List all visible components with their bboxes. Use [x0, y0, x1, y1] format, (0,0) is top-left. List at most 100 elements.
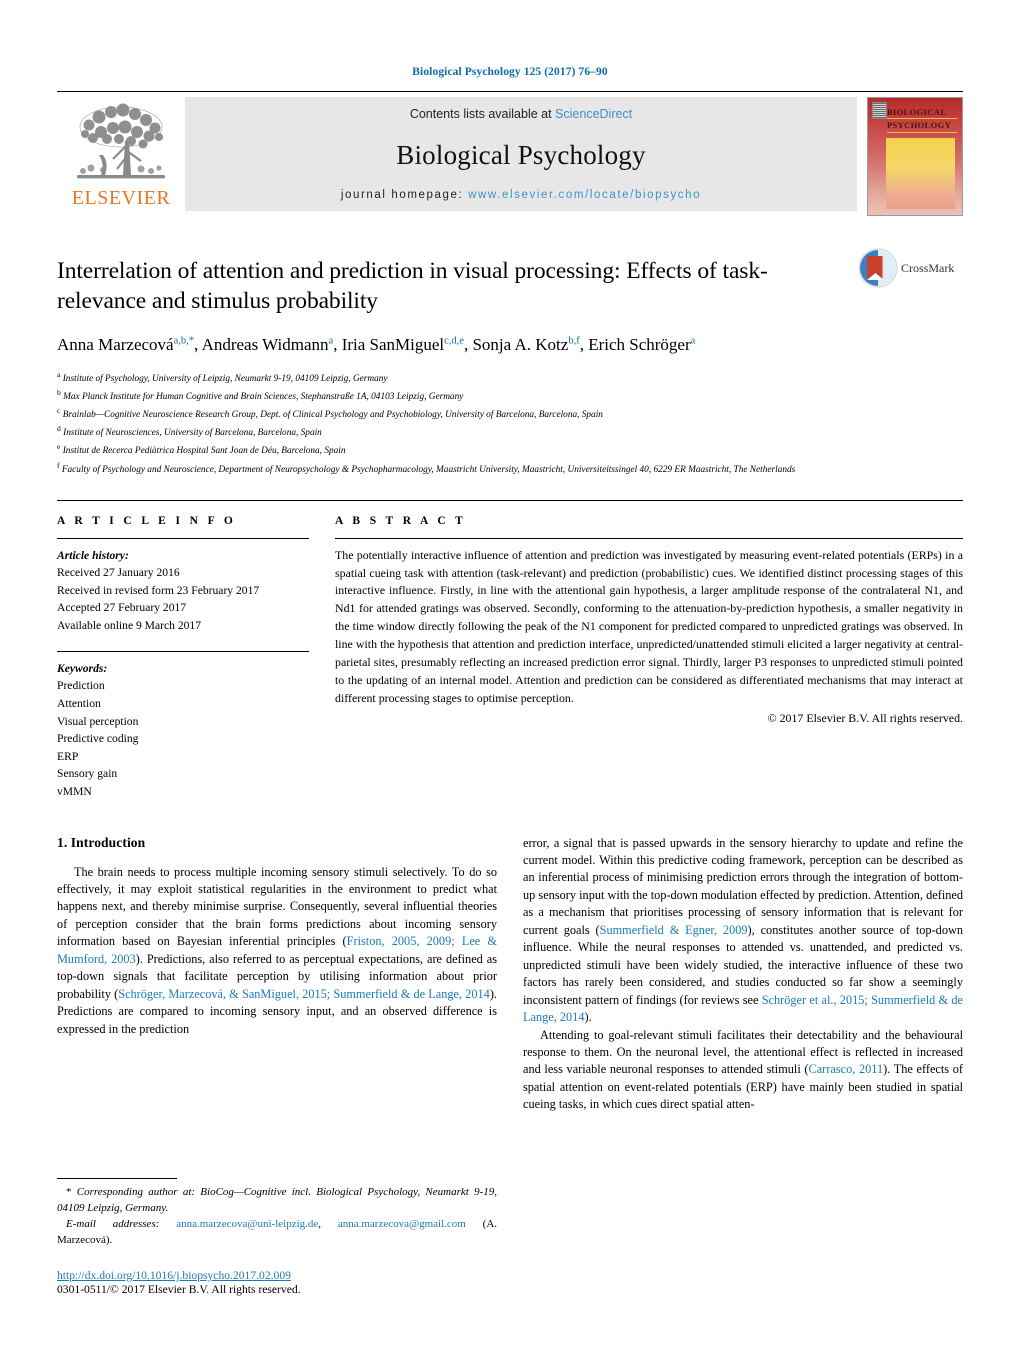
divider: [57, 650, 309, 652]
affiliation-item: e Institut de Recerca Pediàtrica Hospita…: [57, 442, 346, 457]
homepage-prefix: journal homepage:: [340, 189, 469, 201]
page-title: Interrelation of attention and predictio…: [57, 258, 768, 315]
footnote-divider: [57, 1178, 177, 1180]
author-affiliation-marker: a: [328, 335, 334, 347]
article-history-item: Received in revised form 23 February 201…: [57, 583, 260, 597]
author-list: Anna Marzecováa,b,*, Andreas Widmanna, I…: [57, 335, 696, 355]
homepage-link[interactable]: www.elsevier.com/locate/biopsycho: [468, 189, 701, 201]
affiliation-marker: f: [57, 460, 60, 470]
article-info-column: A R T I C L E I N F O Article history: R…: [57, 515, 309, 801]
contents-line: Contents lists available at ScienceDirec…: [410, 107, 632, 121]
divider: [57, 537, 309, 539]
title-block: CrossMark Interrelation of attention and…: [57, 248, 963, 478]
affiliation-marker: c: [57, 406, 61, 416]
author-affiliation-marker: b,f: [568, 335, 580, 347]
abstract-column: A B S T R A C T The potentially interact…: [335, 515, 963, 801]
cover-panel: [886, 138, 955, 209]
author-name: Anna Marzecová: [57, 335, 174, 355]
affiliation-marker: b: [57, 387, 61, 397]
journal-masthead: ELSEVIER Contents lists available at Sci…: [57, 91, 963, 216]
elsevier-logo: ELSEVIER: [57, 97, 185, 216]
cover-elsevier-icon: [872, 102, 887, 119]
affiliation-list: a Institute of Psychology, University of…: [57, 369, 937, 478]
section-heading-introduction: 1. Introduction: [57, 834, 146, 850]
article-history-label: Article history:: [57, 548, 129, 562]
article-info-heading: A R T I C L E I N F O: [57, 514, 237, 527]
abstract-copyright: © 2017 Elsevier B.V. All rights reserved…: [767, 711, 963, 726]
email-separator: ,: [318, 1218, 338, 1231]
email-label: E-mail addresses:: [66, 1218, 160, 1231]
journal-article-page: Biological Psychology 125 (2017) 76–90 E…: [0, 0, 1020, 1351]
cover-title: BIOLOGICAL PSYCHOLOGY: [887, 106, 957, 133]
running-head: Biological Psychology 125 (2017) 76–90: [412, 66, 608, 78]
citation-link[interactable]: Schröger, Marzecová, & SanMiguel, 2015; …: [118, 987, 490, 1001]
affiliation-marker: e: [57, 442, 61, 452]
cover-title-line1: BIOLOGICAL: [887, 106, 957, 120]
author-affiliation-marker: a: [690, 335, 696, 347]
affiliation-item: b Max Planck Institute for Human Cogniti…: [57, 387, 464, 403]
crossmark-badge[interactable]: CrossMark: [858, 248, 963, 288]
crossmark-label: CrossMark: [901, 260, 955, 275]
citation-link[interactable]: Friston, 2005, 2009; Lee & Mumford, 2003: [57, 934, 497, 965]
citation-link[interactable]: Summerfield & Egner, 2009: [600, 923, 748, 937]
abstract-text: The potentially interactive influence of…: [335, 547, 963, 705]
affiliation-marker: d: [57, 424, 61, 434]
email-link-2[interactable]: anna.marzecova@gmail.com: [338, 1218, 466, 1230]
footnote-star: *: [66, 1186, 72, 1199]
keyword-item: Prediction: [57, 679, 105, 693]
divider: [335, 537, 963, 539]
author-affiliation-marker: a,b,*: [173, 335, 194, 347]
doi-block: http://dx.doi.org/10.1016/j.biopsycho.20…: [57, 1269, 497, 1296]
info-abstract-section: A R T I C L E I N F O Article history: R…: [57, 499, 963, 801]
keywords-label: Keywords:: [57, 661, 108, 675]
contents-prefix: Contents lists available at: [409, 107, 556, 121]
sciencedirect-link[interactable]: ScienceDirect: [555, 107, 632, 121]
journal-cover-thumbnail: BIOLOGICAL PSYCHOLOGY: [867, 97, 963, 216]
issn-copyright: 0301-0511/© 2017 Elsevier B.V. All right…: [57, 1283, 301, 1296]
keyword-item: Sensory gain: [57, 767, 118, 781]
intro-paragraph-right-2: Attending to goal-relevant stimuli facil…: [523, 1027, 963, 1112]
citation-link[interactable]: Carrasco, 2011: [809, 1062, 884, 1076]
article-history-item: Available online 9 March 2017: [57, 619, 202, 633]
email-note: E-mail addresses: anna.marzecova@uni-lei…: [57, 1217, 497, 1249]
body-columns: 1. Introduction The brain needs to proce…: [57, 835, 963, 1114]
doi-link[interactable]: http://dx.doi.org/10.1016/j.biopsycho.20…: [57, 1269, 497, 1282]
elsevier-tree-icon: [77, 103, 165, 179]
keyword-item: Visual perception: [57, 714, 139, 728]
intro-paragraph-left: The brain needs to process multiple inco…: [57, 864, 497, 1036]
email-link-1[interactable]: anna.marzecova@uni-leipzig.de: [176, 1218, 318, 1230]
affiliation-item: c Brainlab—Cognitive Neuroscience Resear…: [57, 406, 603, 421]
author-name: Erich Schröger: [588, 335, 691, 355]
article-history-item: Accepted 27 February 2017: [57, 601, 187, 615]
affiliation-marker: a: [57, 369, 61, 379]
article-history-item: Received 27 January 2016: [57, 566, 180, 580]
keywords-lines: Prediction Attention Visual perception Pred…: [57, 677, 309, 800]
affiliation-item: d Institute of Neurosciences, University…: [57, 424, 322, 439]
article-history-lines: Received 27 January 2016 Received in revi…: [57, 564, 309, 634]
homepage-line: journal homepage: www.elsevier.com/locat…: [341, 189, 701, 201]
citation-link[interactable]: Schröger et al., 2015; Summerfield & de …: [523, 993, 963, 1024]
corresponding-author-note: * Corresponding author at: BioCog—Cognit…: [57, 1185, 497, 1217]
keyword-item: Attention: [57, 696, 101, 710]
body-right-column: error, a signal that is passed upwards i…: [523, 835, 963, 1114]
author-affiliation-marker: c,d,e: [444, 335, 464, 347]
elsevier-wordmark: ELSEVIER: [71, 187, 171, 209]
journal-title: Biological Psychology: [396, 139, 646, 170]
cover-title-line2: PSYCHOLOGY: [887, 119, 957, 133]
abstract-heading: A B S T R A C T: [335, 514, 467, 527]
intro-paragraph-right-1: error, a signal that is passed upwards i…: [523, 835, 964, 1025]
author-name: Iria SanMiguel: [341, 335, 445, 355]
author-name: Sonja A. Kotz: [472, 335, 569, 355]
keyword-item: Predictive coding: [57, 732, 139, 746]
corresponding-author-text: Corresponding author at: BioCog—Cognitiv…: [57, 1186, 497, 1215]
keyword-item: ERP: [57, 749, 79, 763]
affiliation-item: f Faculty of Psychology and Neuroscience…: [57, 460, 796, 475]
keyword-item: vMMN: [57, 784, 92, 798]
crossmark-icon: [858, 248, 898, 288]
journal-banner: Contents lists available at ScienceDirec…: [185, 97, 857, 211]
keywords-block: Keywords: Prediction Attention Visual perc…: [57, 650, 309, 801]
body-left-column: 1. Introduction The brain needs to proce…: [57, 835, 497, 1114]
affiliation-item: a Institute of Psychology, University of…: [57, 369, 388, 384]
footnote-area: * Corresponding author at: BioCog—Cognit…: [57, 1178, 497, 1296]
author-name: Andreas Widmann: [201, 335, 329, 355]
